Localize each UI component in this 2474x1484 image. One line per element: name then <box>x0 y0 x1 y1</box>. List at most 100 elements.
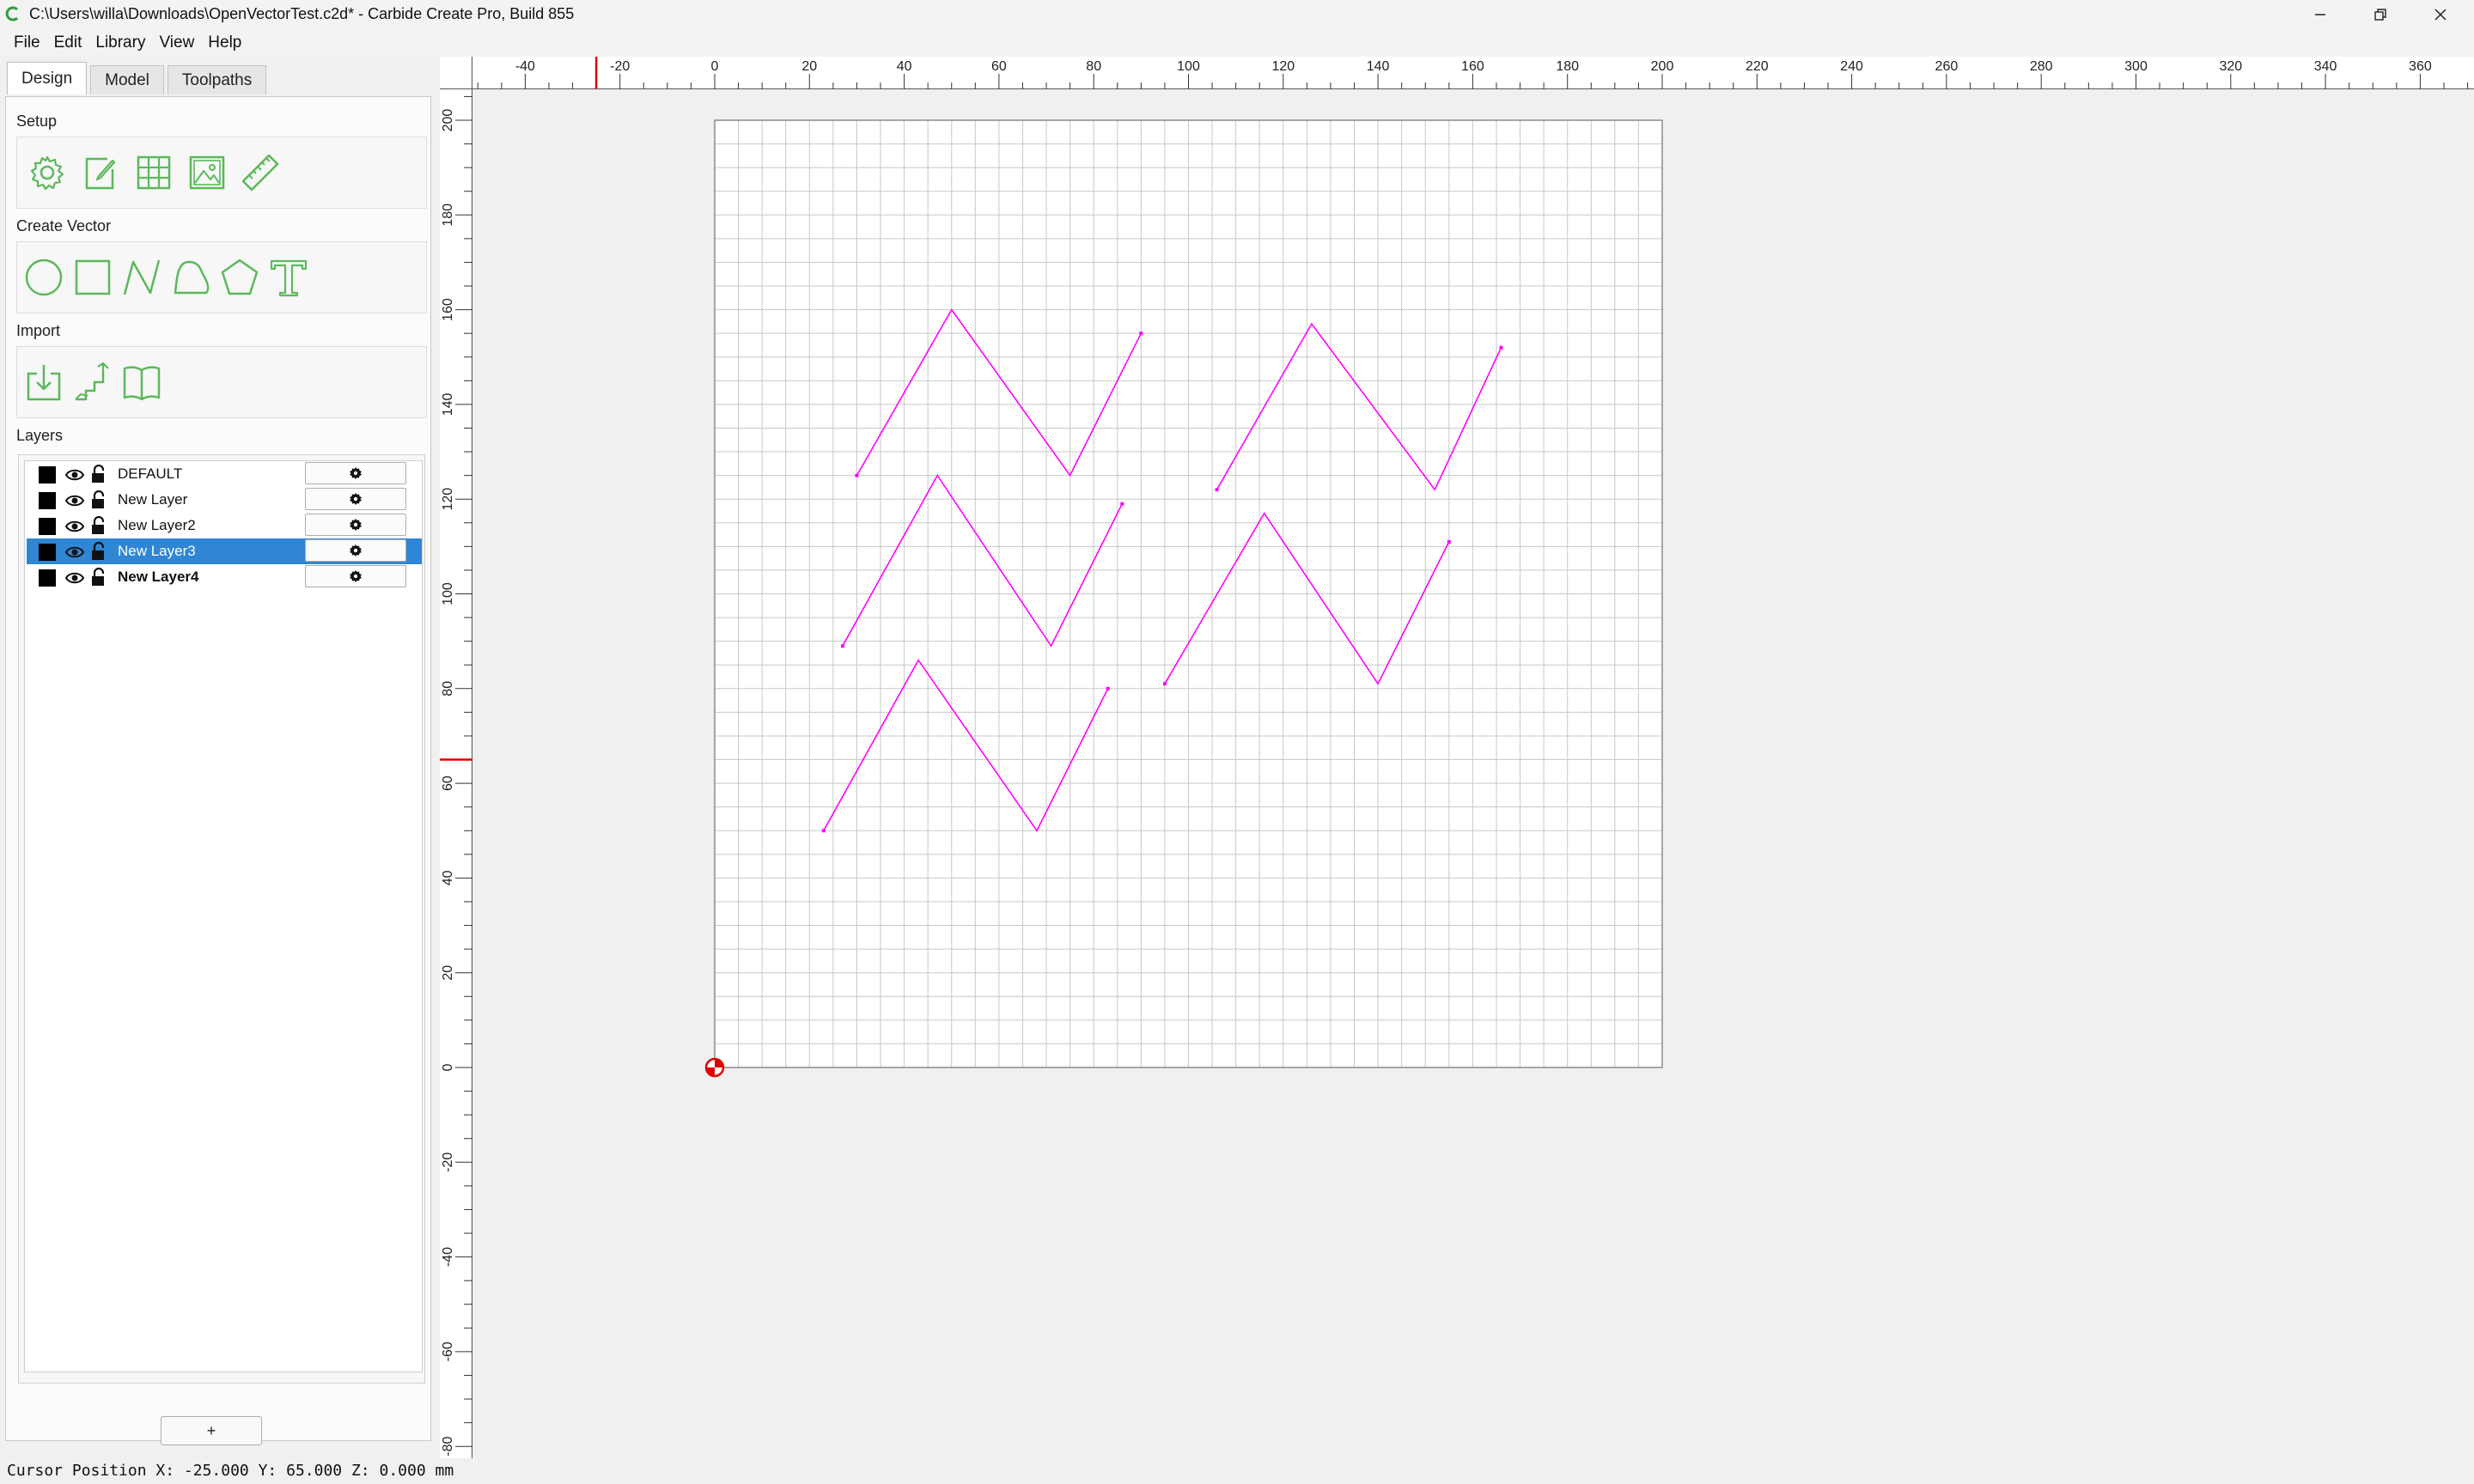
design-panel: Setup Create Vector Import Layers DEFAUL… <box>5 96 431 1445</box>
path-endpoint <box>855 473 859 477</box>
ruler-label: 160 <box>1461 59 1484 74</box>
polyline-tool-button[interactable] <box>119 254 165 301</box>
unlock-icon[interactable] <box>90 465 107 484</box>
layer-settings-button[interactable] <box>305 539 406 562</box>
window-title: C:\Users\willa\Downloads\OpenVectorTest.… <box>29 5 575 22</box>
layer-settings-button[interactable] <box>305 514 406 536</box>
ruler-label: 60 <box>991 59 1007 74</box>
import-path-icon <box>75 362 109 401</box>
layer-row-new-layer4[interactable]: New Layer4 <box>27 564 422 590</box>
grid-button[interactable] <box>131 149 177 196</box>
eye-icon[interactable] <box>64 518 85 535</box>
rectangle-tool-button[interactable] <box>70 254 116 301</box>
menu-help[interactable]: Help <box>201 29 248 57</box>
menu-file[interactable]: File <box>0 29 47 57</box>
canvas-drawing[interactable] <box>472 89 2474 1463</box>
layers-panel: DEFAULT New Layer New Layer2 New Layer3 … <box>18 454 425 1384</box>
image-icon <box>189 155 225 190</box>
ruler-label: 100 <box>441 582 455 605</box>
ruler-label: -20 <box>610 59 630 74</box>
layer-row-new-layer3[interactable]: New Layer3 <box>27 538 422 564</box>
layer-color-swatch[interactable] <box>39 518 56 535</box>
ruler-label: 120 <box>1271 59 1295 74</box>
minimize-icon <box>2315 14 2325 15</box>
gear-icon <box>350 467 362 479</box>
layer-settings-button[interactable] <box>305 488 406 510</box>
layer-color-swatch[interactable] <box>39 466 56 484</box>
gear-icon <box>350 570 362 582</box>
ruler-label: 0 <box>441 1063 455 1071</box>
layer-row-new-layer2[interactable]: New Layer2 <box>27 513 422 538</box>
tab-model[interactable]: Model <box>90 65 164 94</box>
import-file-button[interactable] <box>21 359 67 405</box>
unlock-icon[interactable] <box>90 516 107 535</box>
origin-marker <box>704 1057 725 1078</box>
library-button[interactable] <box>119 359 165 405</box>
restore-button[interactable] <box>2350 0 2410 29</box>
text-icon <box>270 259 308 297</box>
section-import-label: Import <box>16 322 61 339</box>
library-book-icon <box>123 366 161 401</box>
eye-icon[interactable] <box>64 544 85 561</box>
layer-row-default[interactable]: DEFAULT <box>27 461 422 487</box>
layer-color-swatch[interactable] <box>39 544 56 561</box>
add-layer-button[interactable]: + <box>161 1416 262 1445</box>
minimize-button[interactable] <box>2290 0 2350 29</box>
gear-icon <box>350 519 362 531</box>
ruler-label: 20 <box>441 965 455 981</box>
image-button[interactable] <box>184 149 230 196</box>
ruler-label: 220 <box>1746 59 1769 74</box>
left-panel: Design Model Toolpaths Setup Create Vect… <box>0 57 438 1446</box>
stock-grid <box>714 119 1663 1068</box>
layer-name: New Layer2 <box>118 517 196 533</box>
edit-document-button[interactable] <box>77 149 124 196</box>
ruler-label: 320 <box>2219 59 2242 74</box>
design-canvas[interactable] <box>472 89 2474 1463</box>
layer-row-new-layer[interactable]: New Layer <box>27 487 422 513</box>
gear-icon <box>350 493 362 505</box>
eye-icon[interactable] <box>64 466 85 484</box>
unlock-icon[interactable] <box>90 542 107 561</box>
layer-settings-button[interactable] <box>305 565 406 587</box>
ruler-label: 260 <box>1935 59 1959 74</box>
tab-design[interactable]: Design <box>7 62 88 94</box>
ruler-label: 120 <box>441 488 455 511</box>
import-file-icon <box>27 365 61 401</box>
job-setup-button[interactable] <box>24 149 70 196</box>
restore-icon <box>2374 9 2386 21</box>
ruler-label: 20 <box>801 59 817 74</box>
unlock-icon[interactable] <box>90 568 107 587</box>
ruler-label: 140 <box>1367 59 1390 74</box>
horizontal-ruler: -40 -20 0 20 40 60 80 100 120 140 160 180 200 220 240 2… <box>440 57 2474 89</box>
vertical-ruler: 200 180 160 140 120 100 80 60 40 20 0 -20 -40 -60 -80 <box>440 89 472 1463</box>
path-endpoint <box>821 829 826 833</box>
layer-name: New Layer <box>118 491 188 508</box>
layer-name: DEFAULT <box>118 465 183 482</box>
ruler-label: 180 <box>441 204 455 227</box>
curve-tool-button[interactable] <box>168 254 214 301</box>
ruler-button[interactable] <box>237 149 283 196</box>
circle-icon <box>25 258 63 296</box>
text-tool-button[interactable] <box>265 254 312 301</box>
eye-icon[interactable] <box>64 569 85 587</box>
layer-settings-button[interactable] <box>305 462 406 484</box>
layer-color-swatch[interactable] <box>39 569 56 587</box>
ruler-label: 180 <box>1556 59 1579 74</box>
layer-color-swatch[interactable] <box>39 492 56 509</box>
menu-library[interactable]: Library <box>88 29 152 57</box>
section-setup-label: Setup <box>16 113 58 130</box>
section-layers-label: Layers <box>16 427 64 444</box>
menu-edit[interactable]: Edit <box>47 29 89 57</box>
layers-list: DEFAULT New Layer New Layer2 New Layer3 … <box>24 460 423 1372</box>
unlock-icon[interactable] <box>90 490 107 509</box>
close-button[interactable] <box>2410 0 2471 29</box>
circle-tool-button[interactable] <box>21 254 67 301</box>
carbide-c-icon <box>5 6 19 21</box>
tab-toolpaths[interactable]: Toolpaths <box>167 65 267 94</box>
menu-view[interactable]: View <box>152 29 201 57</box>
import-path-button[interactable] <box>70 359 116 405</box>
eye-icon[interactable] <box>64 492 85 509</box>
curve-icon <box>174 260 210 295</box>
polygon-tool-button[interactable] <box>216 254 263 301</box>
ruler-label: 80 <box>1086 59 1101 74</box>
